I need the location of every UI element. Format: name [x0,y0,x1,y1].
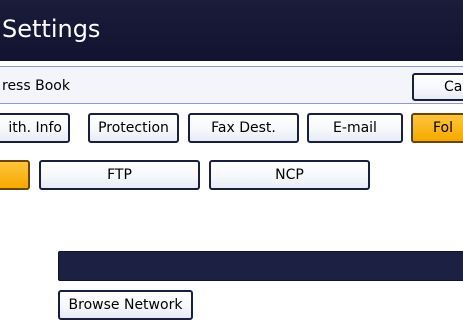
cancel-button[interactable]: Car [412,73,463,101]
tab-auth-info-label: ith. Info [8,120,62,136]
tab-protection-label: Protection [98,120,169,136]
subtab-ftp[interactable]: FTP [39,160,200,190]
subtab-ncp-label: NCP [275,167,304,183]
browse-network-button[interactable]: Browse Network [58,290,193,320]
tab-fax-dest[interactable]: Fax Dest. [188,113,299,143]
tab-email-label: E-mail [333,120,377,136]
settings-screen: Settings ress Book Car ith. Info Protect… [0,0,463,329]
tab-email[interactable]: E-mail [307,113,403,143]
address-book-row: ress Book [0,66,463,104]
subtab-ncp[interactable]: NCP [209,160,370,190]
page-title: Settings [2,15,101,43]
browse-network-label: Browse Network [68,297,183,313]
title-bar: Settings [0,0,463,61]
tab-folder[interactable]: Fol [411,113,463,143]
subtab-ftp-label: FTP [107,167,132,183]
subtab-smb[interactable] [0,160,30,190]
cancel-button-label: Car [444,79,463,95]
tab-protection[interactable]: Protection [88,113,179,143]
tab-auth-info[interactable]: ith. Info [0,113,70,143]
address-book-label: ress Book [2,78,70,94]
tab-folder-label: Fol [433,120,454,136]
path-field[interactable] [58,251,463,281]
tab-fax-dest-label: Fax Dest. [211,120,276,136]
